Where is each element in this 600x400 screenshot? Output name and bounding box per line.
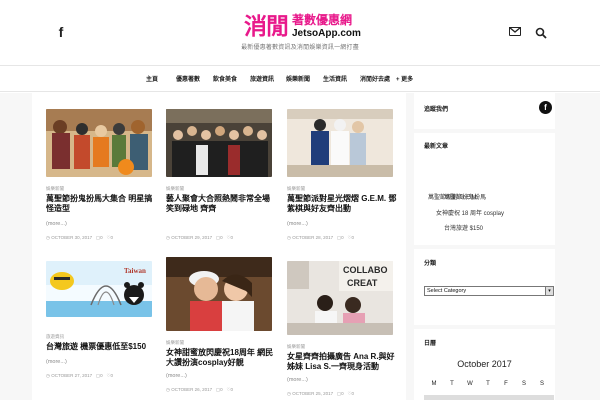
site-tagline: 最新優惠著數資訊及消閒娛樂資訊一網打盡 — [241, 45, 359, 51]
svg-text:Taiwan: Taiwan — [124, 267, 146, 275]
post-category[interactable]: 娛樂新聞 — [166, 186, 184, 192]
post-thumbnail[interactable]: COLLABO CREAT — [287, 261, 393, 335]
calendar-widget-title: 日曆 — [424, 341, 437, 347]
nav-item-leisure[interactable]: 消閒好去處 — [360, 74, 390, 83]
post-date: OCTOBER 28, 2017 — [292, 235, 334, 240]
post-title[interactable]: 藝人聚會大合照熱鬧非常全場笑到碌地 齊齊 — [166, 194, 276, 214]
nav-item-lifestyle[interactable]: 生活資訊 — [323, 74, 347, 83]
category-select[interactable]: Select Category ▾ — [424, 286, 554, 296]
read-more-link[interactable]: (more...) — [287, 221, 308, 227]
post-grid: 娛樂新聞 萬聖節扮鬼扮馬大集合 明星搞怪造型 (more...) ◷ OCTOB… — [32, 93, 406, 400]
svg-text:COLLABO: COLLABO — [343, 265, 388, 275]
mail-icon[interactable] — [509, 27, 521, 36]
recent-post-link[interactable]: 女神慶祝 18 周年 cosplay — [436, 208, 504, 217]
search-icon[interactable] — [535, 26, 547, 39]
logo-url-text: JetsoApp.com — [292, 28, 361, 39]
comment-count[interactable]: 0 — [341, 235, 344, 240]
post-title[interactable]: 女神甜蜜放閃慶祝18周年 網民大讚扮演cosplay好靚 — [166, 348, 276, 368]
facebook-icon[interactable]: f — [54, 24, 68, 40]
facebook-follow-icon[interactable]: f — [539, 101, 552, 114]
nav-item-offers[interactable]: 優惠著數 — [176, 74, 200, 83]
post-meta: ◷ OCTOBER 26, 2017 ▢0 ♡0 — [166, 387, 233, 393]
post-meta: ◷ OCTOBER 27, 2017 ▢0 ♡0 — [46, 373, 113, 379]
sidebar: 追蹤我們 f 最新文章 萬聖節扮鬼扮馬 萬聖節派對 G.E.M. 女神慶祝 18… — [414, 93, 555, 400]
nav-item-travel[interactable]: 旅遊資訊 — [250, 74, 274, 83]
post-thumbnail[interactable] — [287, 109, 393, 177]
post-date: OCTOBER 25, 2017 — [292, 391, 334, 396]
logo-main-text: 消閒 — [244, 13, 289, 39]
post-category[interactable]: 娛樂新聞 — [287, 344, 305, 350]
post-meta: ◷ OCTOBER 30, 2017 ▢0 ♡0 — [46, 235, 113, 241]
logo-sub-text: 著數優惠網 — [292, 13, 353, 27]
nav-item-more-plus[interactable]: + 更多 — [396, 74, 413, 83]
like-count[interactable]: 0 — [351, 391, 354, 396]
read-more-link[interactable]: (more...) — [46, 359, 67, 365]
post-title[interactable]: 台灣旅遊 機票優惠低至$150 — [46, 342, 156, 352]
read-more-link[interactable]: (more...) — [287, 377, 308, 383]
post-meta: ◷ OCTOBER 28, 2017 ▢0 ♡0 — [287, 235, 354, 241]
post-thumbnail[interactable] — [46, 109, 152, 177]
recent-posts-widget: 最新文章 萬聖節扮鬼扮馬 萬聖節派對 G.E.M. 女神慶祝 18 周年 cos… — [414, 133, 555, 245]
post-date: OCTOBER 27, 2017 — [51, 373, 93, 378]
post-category[interactable]: 娛樂新聞 — [287, 186, 305, 192]
post-thumbnail[interactable] — [166, 257, 272, 331]
follow-widget-title: 追蹤我們 — [424, 107, 449, 113]
category-widget-title: 分類 — [424, 261, 437, 267]
comment-count[interactable]: 0 — [220, 387, 223, 392]
post-thumbnail[interactable] — [166, 109, 272, 177]
calendar-weekday: T — [450, 381, 454, 387]
recent-widget-title: 最新文章 — [424, 144, 449, 150]
site-logo[interactable]: 消閒 著數優惠網 JetsoApp.com — [244, 12, 361, 42]
nav-item-food[interactable]: 飲食美食 — [213, 74, 237, 83]
comment-count[interactable]: 0 — [220, 235, 223, 240]
follow-widget: 追蹤我們 f — [414, 93, 555, 129]
svg-text:CREAT: CREAT — [347, 278, 378, 288]
read-more-link[interactable]: (more...) — [46, 221, 67, 227]
like-count[interactable]: 0 — [110, 373, 113, 378]
post-meta: ◷ OCTOBER 29, 2017 ▢0 ♡0 — [166, 235, 233, 241]
post-title[interactable]: 萬聖節扮鬼扮馬大集合 明星搞怪造型 — [46, 194, 156, 214]
like-count[interactable]: 0 — [230, 235, 233, 240]
site-header: f 消閒 著數優惠網 JetsoApp.com 最新優惠著數資訊及消閒娛樂資訊一… — [0, 0, 600, 66]
post-date: OCTOBER 29, 2017 — [171, 235, 213, 240]
recent-post-link[interactable]: 萬聖節派對 G.E.M. — [428, 192, 548, 201]
nav-item-home[interactable]: 主頁 — [146, 74, 158, 83]
nav-item-more: 更多 — [401, 77, 414, 83]
post-thumbnail[interactable]: Taiwan — [46, 261, 152, 317]
calendar-month: October 2017 — [457, 359, 512, 369]
comment-count[interactable]: 0 — [100, 373, 103, 378]
calendar-weekday: F — [504, 381, 508, 387]
post-category[interactable]: 旅遊資訊 — [46, 334, 64, 340]
main-nav: 主頁 優惠著數 飲食美食 旅遊資訊 娛樂新聞 生活資訊 消閒好去處 + 更多 — [0, 66, 600, 92]
calendar-divider — [424, 395, 554, 400]
post-meta: ◷ OCTOBER 25, 2017 ▢0 ♡0 — [287, 391, 354, 397]
comment-count[interactable]: 0 — [100, 235, 103, 240]
chevron-down-icon[interactable]: ▾ — [545, 287, 553, 295]
like-count[interactable]: 0 — [230, 387, 233, 392]
post-title[interactable]: 女星齊齊拍攝廣告 Ana R.與好姊妹 Lisa S.一齊現身活動 — [287, 352, 397, 372]
post-category[interactable]: 娛樂新聞 — [46, 186, 64, 192]
post-date: OCTOBER 30, 2017 — [51, 235, 93, 240]
read-more-link[interactable]: (more...) — [166, 373, 187, 379]
calendar-weekday: M — [431, 381, 437, 387]
calendar-weekday: T — [486, 381, 490, 387]
content-area: 娛樂新聞 萬聖節扮鬼扮馬大集合 明星搞怪造型 (more...) ◷ OCTOB… — [0, 93, 600, 400]
nav-item-entertainment[interactable]: 娛樂新聞 — [286, 74, 310, 83]
like-count[interactable]: 0 — [351, 235, 354, 240]
post-category[interactable]: 娛樂新聞 — [166, 340, 184, 346]
recent-post-link[interactable]: 台灣旅遊 $150 — [444, 223, 483, 232]
calendar-weekday: S — [539, 381, 544, 387]
like-count[interactable]: 0 — [110, 235, 113, 240]
post-title[interactable]: 萬聖節派對星光熠熠 G.E.M. 鄧紫棋與好友齊出動 — [287, 194, 397, 214]
category-select-value: Select Category — [427, 288, 467, 294]
post-date: OCTOBER 26, 2017 — [171, 387, 213, 392]
calendar-weekday: S — [521, 381, 526, 387]
comment-count[interactable]: 0 — [341, 391, 344, 396]
calendar-weekday: W — [467, 381, 473, 387]
